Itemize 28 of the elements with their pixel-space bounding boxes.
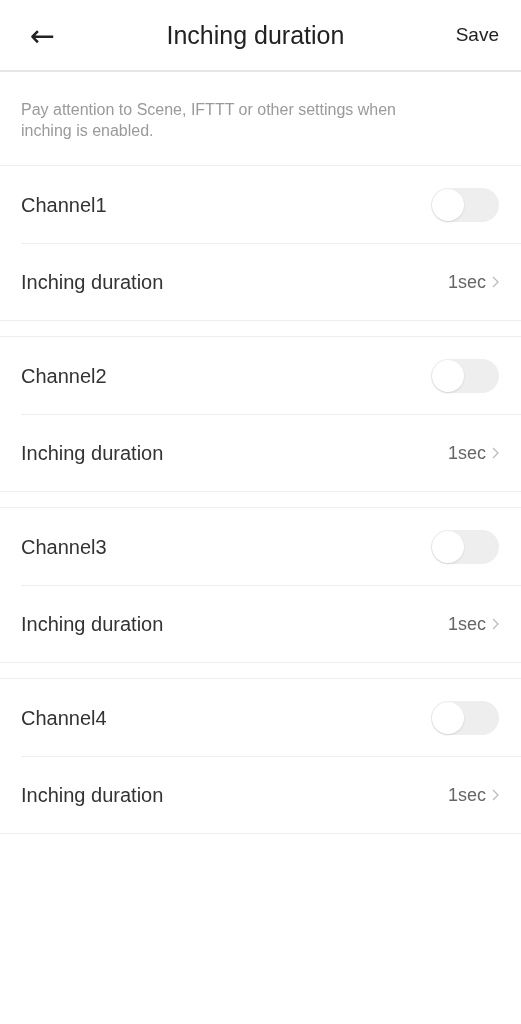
toggle-switch[interactable] xyxy=(431,530,499,564)
toggle-switch[interactable] xyxy=(431,359,499,393)
duration-label: Inching duration xyxy=(21,612,165,636)
chevron-icon xyxy=(492,276,499,288)
page-title: Inching duration xyxy=(166,20,345,50)
save-button[interactable]: Save xyxy=(455,24,499,46)
duration-value: 1sec xyxy=(447,271,486,293)
duration-label: Inching duration xyxy=(21,783,165,807)
channel-label: Channel4 xyxy=(21,706,108,730)
duration-row[interactable]: Inching duration 1sec xyxy=(0,757,521,833)
duration-row[interactable]: Inching duration 1sec xyxy=(0,415,521,491)
chevron-icon xyxy=(492,618,499,630)
back-button[interactable]: ← xyxy=(30,17,56,53)
duration-row[interactable]: Inching duration 1sec xyxy=(0,244,521,320)
chevron-icon xyxy=(492,447,499,459)
toggle-switch[interactable] xyxy=(431,701,499,735)
duration-label: Inching duration xyxy=(21,270,165,294)
duration-value: 1sec xyxy=(447,784,486,806)
channel-label: Channel3 xyxy=(21,535,108,559)
toggle-switch[interactable] xyxy=(431,188,499,222)
duration-value: 1sec xyxy=(447,442,486,464)
duration-value: 1sec xyxy=(447,613,486,635)
duration-label: Inching duration xyxy=(21,441,165,465)
channel-label: Channel2 xyxy=(21,364,108,388)
chevron-icon xyxy=(492,789,499,801)
notice-text: Pay attention to Scene, IFTTT or other settings when inching is enabled. xyxy=(20,100,397,141)
duration-row[interactable]: Inching duration 1sec xyxy=(0,586,521,662)
channel-label: Channel1 xyxy=(21,193,108,217)
